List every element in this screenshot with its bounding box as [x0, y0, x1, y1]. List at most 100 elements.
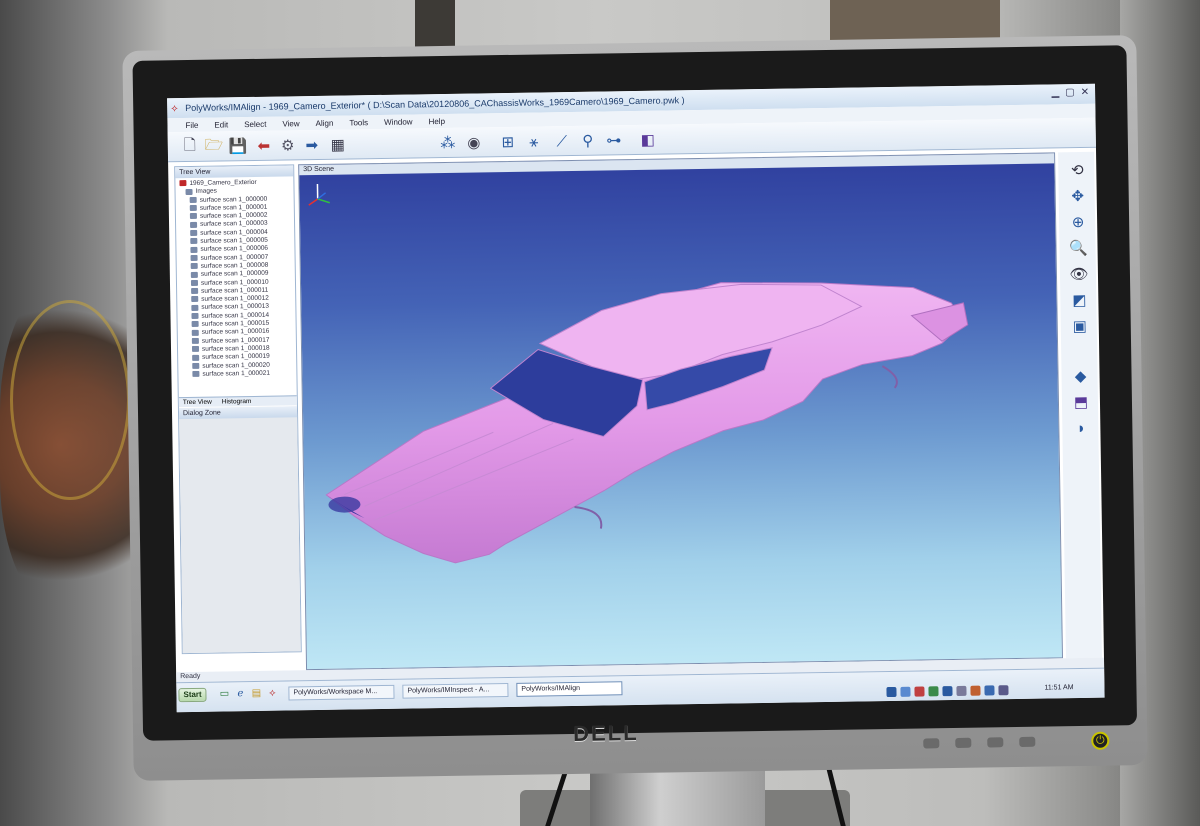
- scan-icon: [191, 296, 199, 303]
- tree-item-label: surface scan 1_000013: [201, 303, 269, 312]
- tab-tree-view[interactable]: Tree View: [183, 398, 212, 407]
- connect-icon[interactable]: ⊶: [604, 130, 624, 150]
- open-folder-icon[interactable]: 🗁: [204, 136, 224, 156]
- monitor-buttons: [923, 736, 1036, 749]
- task-workspace[interactable]: PolyWorks/Workspace M...: [288, 684, 395, 701]
- quicklaunch-folder-icon[interactable]: ▤: [250, 687, 262, 699]
- menu-window[interactable]: Window: [384, 117, 413, 126]
- tree-item-label: surface scan 1_000016: [201, 328, 270, 337]
- compare-icon[interactable]: ⊞: [498, 132, 518, 152]
- tree: 1969_Camero_Exterior Images surface scan…: [175, 176, 296, 379]
- tree-item-label: surface scan 1_000011: [201, 286, 269, 295]
- dialog-zone-header: Dialog Zone: [178, 406, 298, 420]
- quicklaunch-ie-icon[interactable]: ℯ: [234, 687, 246, 699]
- tray-alert-icon[interactable]: [914, 686, 925, 697]
- project-icon: [179, 180, 187, 187]
- rotate-icon[interactable]: ⟲: [1066, 160, 1088, 180]
- scan-icon: [191, 304, 199, 311]
- menu-file[interactable]: File: [185, 120, 198, 129]
- settings-icon[interactable]: ⚙: [278, 135, 298, 155]
- view-icon[interactable]: 👁: [1068, 264, 1090, 284]
- points-icon[interactable]: ⁂: [438, 133, 458, 153]
- power-icon[interactable]: ⏻: [1091, 731, 1110, 750]
- start-button[interactable]: Start: [178, 687, 207, 703]
- menu-help[interactable]: Help: [428, 116, 445, 125]
- menu-align[interactable]: Align: [316, 118, 334, 127]
- tab-histogram[interactable]: Histogram: [222, 397, 252, 406]
- tree-item-label: surface scan 1_000005: [200, 236, 268, 245]
- menu-tools[interactable]: Tools: [349, 118, 368, 127]
- menu-view[interactable]: View: [282, 119, 299, 128]
- cube-view-icon[interactable]: ◩: [1068, 290, 1090, 310]
- scan-icon: [190, 221, 198, 228]
- tray-network-icon[interactable]: [886, 686, 897, 698]
- cube-icon[interactable]: ◧: [638, 130, 658, 150]
- tray-misc-icon[interactable]: [998, 685, 1009, 696]
- scan-icon: [190, 263, 198, 270]
- undo-icon[interactable]: ⬅: [254, 136, 274, 156]
- scan-icon: [192, 354, 200, 361]
- zoom-region-icon[interactable]: 🔍: [1067, 238, 1089, 258]
- scan-icon: [189, 205, 197, 212]
- tree-item-label: surface scan 1_000017: [201, 336, 270, 345]
- scan-icon: [192, 362, 200, 369]
- minimize-icon[interactable]: ▁: [1051, 87, 1059, 98]
- background-cable-coil: [10, 300, 130, 500]
- tree-item-label: surface scan 1_000021: [202, 369, 271, 378]
- scan-icon: [191, 337, 199, 344]
- tree-item-label: surface scan 1_000018: [201, 344, 270, 353]
- snapshot-icon[interactable]: ▦: [328, 134, 348, 154]
- tree-images-label: Images: [195, 187, 217, 196]
- monitor-plus-button[interactable]: [1019, 736, 1036, 748]
- menu-select[interactable]: Select: [244, 119, 266, 128]
- tray-volume-icon[interactable]: [942, 686, 953, 697]
- tree-item-label: surface scan 1_000007: [200, 253, 269, 262]
- tray-app-icon[interactable]: [900, 686, 911, 697]
- select-icon[interactable]: ⬒: [1070, 392, 1092, 412]
- task-iminspect[interactable]: PolyWorks/IMInspect - A...: [402, 683, 509, 699]
- quicklaunch-app-icon[interactable]: ⟡: [266, 687, 278, 699]
- tree-item-scan[interactable]: surface scan 1_000021: [182, 369, 294, 379]
- task-imalign[interactable]: PolyWorks/IMAlign: [516, 681, 623, 697]
- redo-icon[interactable]: ➡: [302, 135, 322, 155]
- network-icon[interactable]: ⚹: [524, 131, 544, 151]
- folder-icon: [185, 188, 193, 195]
- tray-security-icon[interactable]: [928, 686, 939, 697]
- tree-item-label: surface scan 1_000012: [201, 294, 269, 303]
- monitor-input-button[interactable]: [923, 738, 940, 749]
- tray-update-icon[interactable]: [970, 685, 981, 696]
- tree-item-label: surface scan 1_000004: [200, 228, 268, 237]
- dell-logo: DELL: [572, 719, 639, 747]
- tree-item-label: surface scan 1_000006: [200, 245, 269, 254]
- maximize-icon[interactable]: ▢: [1065, 87, 1075, 98]
- monitor-minus-button[interactable]: [987, 737, 1004, 748]
- shape-icon[interactable]: ◗: [1070, 418, 1092, 438]
- system-tray: [886, 685, 1009, 698]
- scan-icon: [190, 254, 198, 261]
- scan-icon: [190, 279, 199, 286]
- new-file-icon[interactable]: 🗋: [180, 136, 200, 157]
- scan-icon: [191, 312, 199, 319]
- scan-icon: [191, 329, 199, 336]
- probe-icon[interactable]: ⚲: [578, 131, 598, 151]
- window-title: PolyWorks/IMAlign - 1969_Camero_Exterior…: [185, 95, 685, 114]
- 3d-scene-viewport[interactable]: 3D Scene: [298, 152, 1063, 671]
- save-icon[interactable]: 💾: [228, 136, 248, 156]
- tree-view-pane: Tree View 1969_Camero_Exterior Images su…: [174, 164, 302, 655]
- monitor-menu-button[interactable]: [955, 737, 972, 749]
- zoom-icon[interactable]: ⊕: [1067, 212, 1089, 232]
- pan-icon[interactable]: ✥: [1067, 186, 1089, 206]
- measure-icon[interactable]: ⟋: [552, 131, 572, 151]
- display-icon[interactable]: ▣: [1069, 316, 1091, 336]
- quicklaunch-desktop-icon[interactable]: ▭: [218, 687, 230, 699]
- tray-device-icon[interactable]: [956, 685, 967, 696]
- layer-icon[interactable]: ◆: [1069, 366, 1091, 386]
- window-controls: ▁ ▢ ✕: [1051, 87, 1089, 99]
- tree-item-label: surface scan 1_000015: [201, 319, 270, 328]
- close-icon[interactable]: ✕: [1081, 87, 1090, 98]
- taskbar-clock: 11:51 AM: [1044, 684, 1074, 692]
- tray-display-icon[interactable]: [984, 685, 995, 696]
- menu-edit[interactable]: Edit: [214, 120, 228, 129]
- scan-icon: [190, 271, 198, 278]
- align-icon[interactable]: ◉: [464, 132, 484, 152]
